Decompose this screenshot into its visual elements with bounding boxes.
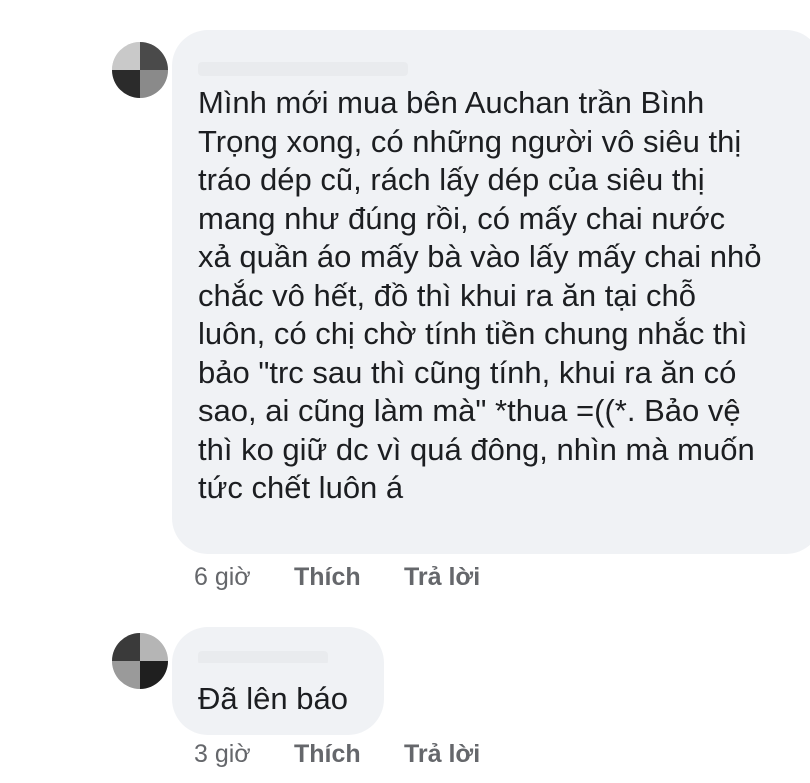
comment-actions: 3 giờ Thích Trả lời — [194, 739, 480, 769]
avatar[interactable] — [112, 633, 168, 689]
comment-bubble: Đã lên báo — [172, 627, 384, 735]
comment-timestamp[interactable]: 3 giờ — [194, 739, 294, 769]
comment: Đã lên báo 3 giờ Thích Trả lời — [0, 0, 810, 783]
comment-author[interactable] — [198, 643, 358, 663]
comment-text: Đã lên báo — [198, 681, 348, 716]
redacted-name — [198, 651, 328, 663]
reply-button[interactable]: Trả lời — [404, 739, 480, 769]
comment-thread: Mình mới mua bên Auchan trần Bình Trọng … — [0, 0, 810, 783]
like-button[interactable]: Thích — [294, 739, 404, 769]
